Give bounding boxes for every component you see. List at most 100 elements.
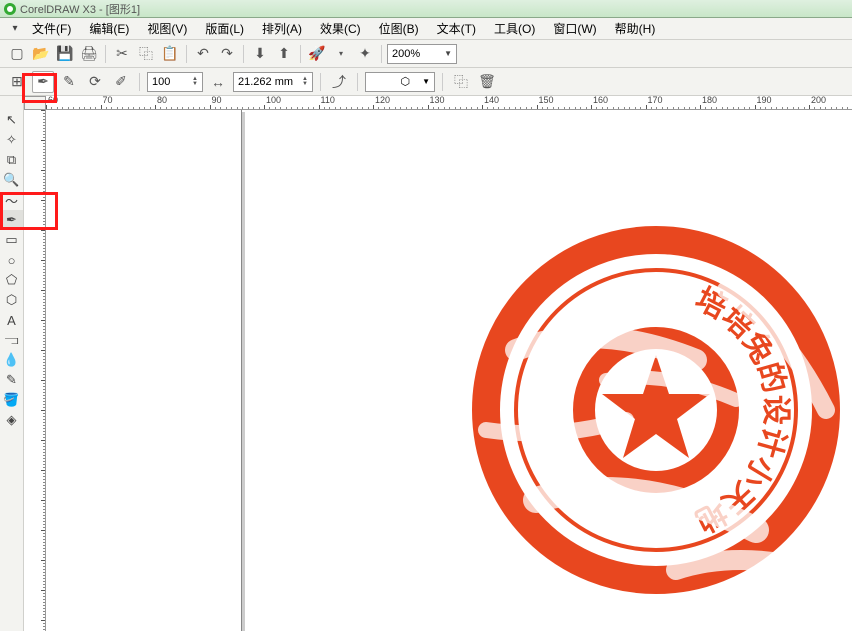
app-icon	[4, 3, 16, 15]
menu-effect[interactable]: 效果(C)	[312, 18, 369, 39]
open-icon[interactable]: 📂	[30, 43, 52, 65]
clone-icon[interactable]: ⿻	[450, 71, 472, 93]
angle-icon[interactable]: ↔	[207, 71, 229, 93]
ruler-vertical[interactable]: 2602502402230220210200190180170160150140…	[24, 110, 46, 631]
menu-help[interactable]: 帮助(H)	[607, 18, 664, 39]
import-icon[interactable]: ⬇	[249, 43, 271, 65]
interactive-fill-tool-icon[interactable]: ◈	[1, 410, 23, 430]
app-title: CorelDRAW X3 - [图形1]	[20, 1, 140, 17]
ruler-tick-label: 200	[811, 96, 826, 105]
separator	[381, 45, 382, 63]
dropdown-arrow-icon[interactable]: ▼	[444, 49, 452, 58]
ruler-tick-label: 120	[24, 535, 25, 550]
page-shadow	[242, 112, 245, 631]
shape-select[interactable]: ⬡ ▼	[365, 72, 435, 92]
page-edge	[241, 110, 242, 631]
presets-icon[interactable]: ⊞	[6, 71, 28, 93]
ruler-tick-label: 190	[757, 96, 772, 105]
launch-icon[interactable]: 🚀	[306, 43, 328, 65]
ruler-tick-label: 250	[24, 115, 25, 130]
dropdown-arrow-icon[interactable]: ▼	[422, 77, 430, 86]
copy-icon[interactable]: ⿻	[135, 43, 157, 65]
spinner-icon[interactable]: ▲▼	[302, 77, 308, 87]
menu-text[interactable]: 文本(T)	[429, 18, 484, 39]
smudge-tool-icon[interactable]: ✒	[32, 71, 54, 93]
zoom-level-input[interactable]: 200% ▼	[387, 44, 457, 64]
ruler-tick-label: 140	[24, 475, 25, 490]
ruler-tick-label: 160	[593, 96, 608, 105]
menu-layout[interactable]: 版面(L)	[197, 18, 252, 39]
property-bar: ⊞ ✒ ✎ ⟳ ✐ 100 ▲▼ ↔ 21.262 mm ▲▼ ⤴ ⬡ ▼ ⿻ …	[0, 68, 852, 96]
separator	[139, 73, 140, 91]
ruler-tick-label: 150	[539, 96, 554, 105]
menu-dropdown-icon[interactable]: ▾	[8, 22, 22, 36]
canvas[interactable]: 培培兔的设计小天地	[46, 110, 852, 631]
crop-tool-icon[interactable]: ⧉	[1, 150, 23, 170]
nib-size-input[interactable]: 100 ▲▼	[147, 72, 203, 92]
ruler-tick-label: 170	[648, 96, 663, 105]
save-icon[interactable]: 💾	[54, 43, 76, 65]
menu-window[interactable]: 窗口(W)	[545, 18, 604, 39]
ruler-origin[interactable]	[24, 96, 46, 110]
ruler-tick-label: 130	[24, 505, 25, 520]
eyedropper-tool-icon[interactable]: 💧	[1, 350, 23, 370]
bearing-icon[interactable]: ⤴	[328, 71, 350, 93]
pick-tool-icon[interactable]: ↖	[1, 110, 23, 130]
ruler-tick-label: 180	[702, 96, 717, 105]
smart-fill-tool-icon[interactable]: ✒	[1, 210, 23, 230]
ellipse-tool-icon[interactable]: ○	[1, 250, 23, 270]
dropdown-arrow-icon[interactable]: ▾	[330, 43, 352, 65]
fill-tool-icon[interactable]: 🪣	[1, 390, 23, 410]
ruler-tick-label: 90	[212, 96, 222, 105]
polygon-tool-icon[interactable]: ⬠	[1, 270, 23, 290]
blade-tool-icon[interactable]: ✐	[110, 71, 132, 93]
menu-edit[interactable]: 编辑(E)	[81, 18, 137, 39]
menu-bar: ▾ 文件(F) 编辑(E) 视图(V) 版面(L) 排列(A) 效果(C) 位图…	[0, 18, 852, 40]
basic-shapes-tool-icon[interactable]: ⬡	[1, 290, 23, 310]
ruler-tick-label: 170	[24, 385, 25, 400]
freehand-tool-icon[interactable]: ～	[1, 190, 23, 210]
menu-view[interactable]: 视图(V)	[139, 18, 195, 39]
ruler-tick-label: 100	[24, 595, 25, 610]
export-icon[interactable]: ⬆	[273, 43, 295, 65]
workspace: ↖ ✧ ⧉ 🔍 ～ ✒ ▭ ○ ⬠ ⬡ A ⫎ 💧 ✎ 🪣 ◈ 60708090…	[0, 96, 852, 631]
ruler-tick-label: 120	[375, 96, 390, 105]
roughen-tool-icon[interactable]: ✎	[58, 71, 80, 93]
outline-tool-icon[interactable]: ✎	[1, 370, 23, 390]
ruler-tick-label: 200	[24, 295, 25, 310]
zoom-tool-icon[interactable]: 🔍	[1, 170, 23, 190]
text-tool-icon[interactable]: A	[1, 310, 23, 330]
separator	[320, 73, 321, 91]
transform-tool-icon[interactable]: ⟳	[84, 71, 106, 93]
stamp-artwork[interactable]: 培培兔的设计小天地	[476, 230, 836, 590]
ruler-tick-label: 110	[24, 566, 25, 580]
cut-icon[interactable]: ✂	[111, 43, 133, 65]
welcome-icon[interactable]: ✦	[354, 43, 376, 65]
shape-tool-icon[interactable]: ✧	[1, 130, 23, 150]
menu-file[interactable]: 文件(F)	[24, 18, 79, 39]
undo-icon[interactable]: ↶	[192, 43, 214, 65]
delete-icon[interactable]: 🗑	[476, 71, 498, 93]
separator	[243, 45, 244, 63]
ruler-tick-label: 240	[24, 145, 25, 160]
ruler-tick-label: 230	[24, 205, 25, 220]
paste-icon[interactable]: 📋	[159, 43, 181, 65]
rectangle-tool-icon[interactable]: ▭	[1, 230, 23, 250]
menu-tools[interactable]: 工具(O)	[486, 18, 543, 39]
menu-arrange[interactable]: 排列(A)	[254, 18, 310, 39]
ruler-tick-label: 190	[24, 325, 25, 340]
spinner-icon[interactable]: ▲▼	[192, 77, 198, 87]
new-icon[interactable]: ▢	[6, 43, 28, 65]
ruler-horizontal[interactable]: 6070809010011012013014015016017018019020…	[46, 96, 852, 110]
interactive-blend-tool-icon[interactable]: ⫎	[1, 330, 23, 350]
redo-icon[interactable]: ↷	[216, 43, 238, 65]
print-icon[interactable]: 🖨	[78, 43, 100, 65]
nib-width-input[interactable]: 21.262 mm ▲▼	[233, 72, 313, 92]
standard-toolbar: ▢ 📂 💾 🖨 ✂ ⿻ 📋 ↶ ↷ ⬇ ⬆ 🚀 ▾ ✦ 200% ▼	[0, 40, 852, 68]
ruler-tick-label: 180	[24, 355, 25, 370]
nib-size-value: 100	[152, 76, 170, 88]
ruler-tick-label: 140	[484, 96, 499, 105]
ruler-tick-label: 80	[157, 96, 167, 105]
separator	[300, 45, 301, 63]
menu-bitmap[interactable]: 位图(B)	[371, 18, 427, 39]
